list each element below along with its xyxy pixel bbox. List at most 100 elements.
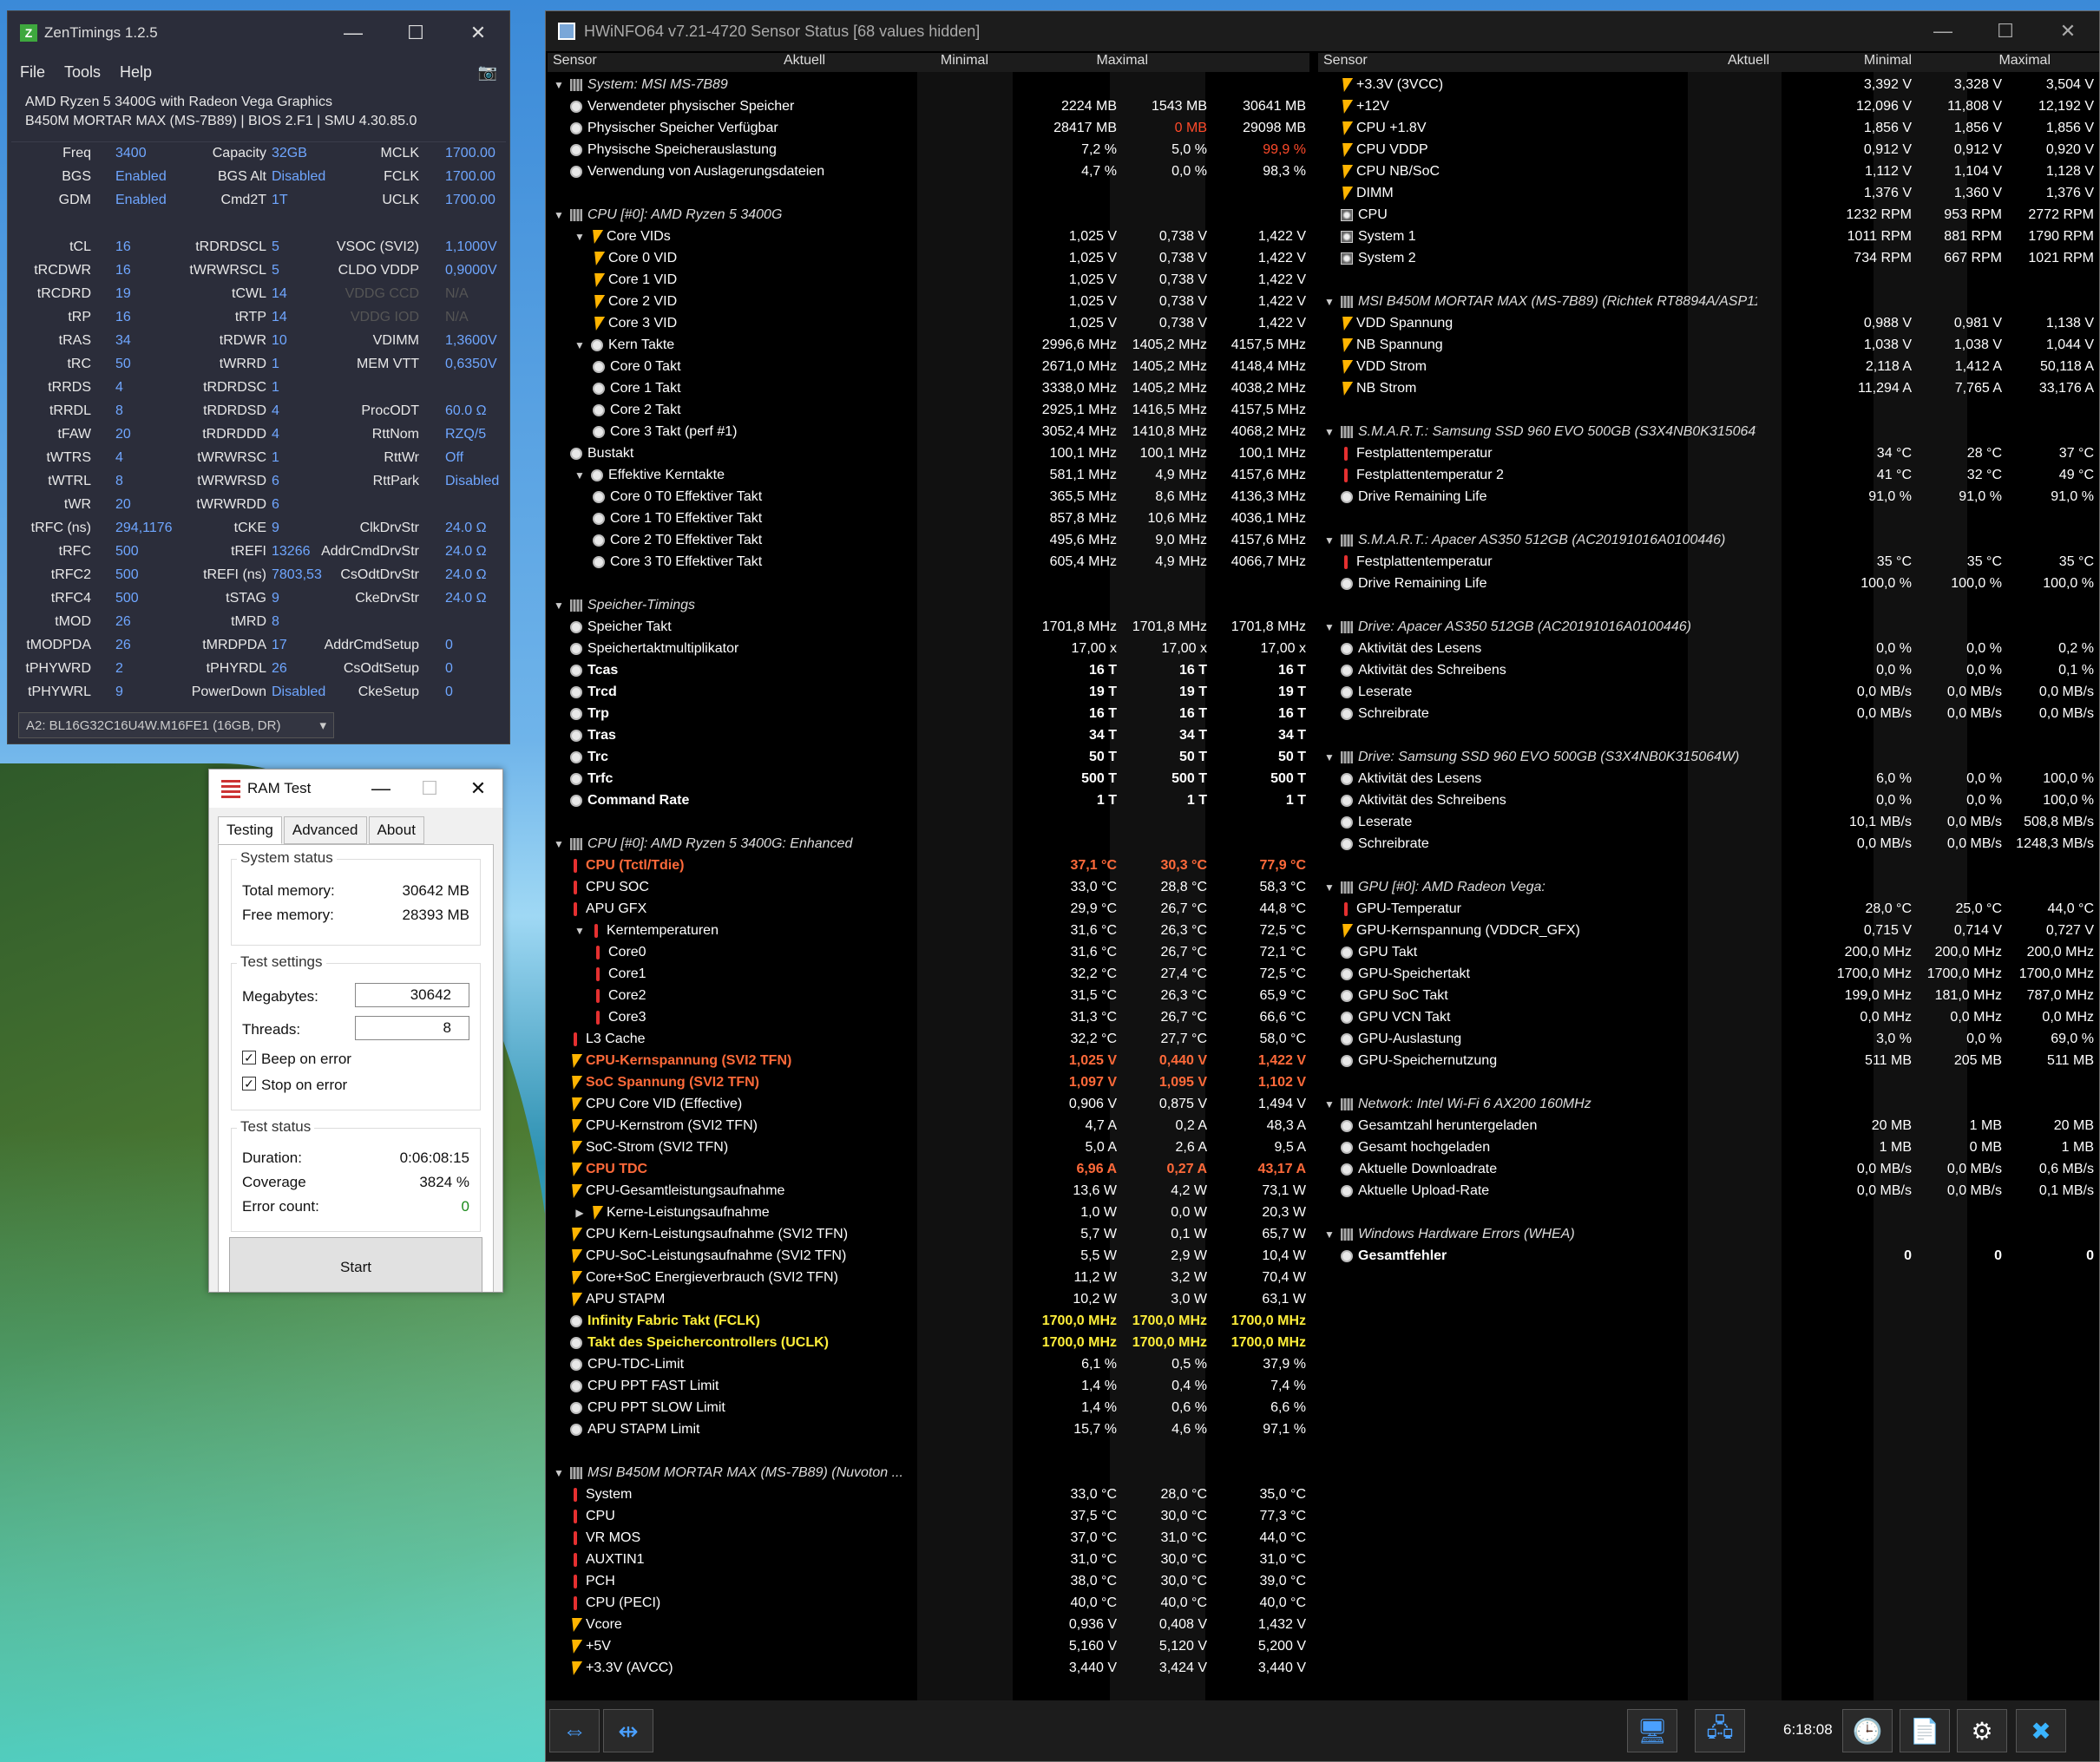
collapse-chevron-icon[interactable]: ▼: [1323, 291, 1335, 312]
sensor-row[interactable]: Core 0 VID 1,025 V 0,738 V 1,422 V: [548, 247, 1309, 269]
collapse-chevron-icon[interactable]: ▼: [574, 226, 586, 247]
sensor-row[interactable]: CPU-SoC-Leistungsaufnahme (SVI2 TFN) 5,5 …: [548, 1245, 1309, 1267]
sensor-row[interactable]: Drive Remaining Life 91,0 % 91,0 % 91,0 %: [1318, 486, 2099, 508]
sensor-group[interactable]: ▼ Speicher-Timings: [548, 594, 1309, 616]
sensor-row[interactable]: Aktuelle Downloadrate 0,0 MB/s 0,0 MB/s 0,6…: [1318, 1158, 2099, 1180]
dimm-select[interactable]: A2: BL16G32C16U4W.M16FE1 (16GB, DR) ▾: [18, 712, 334, 738]
sensor-row[interactable]: L3 Cache 32,2 °C 27,7 °C 58,0 °C: [548, 1028, 1309, 1050]
sensor-row[interactable]: GPU Takt 200,0 MHz 200,0 MHz 200,0 MHz: [1318, 941, 2099, 963]
close-icon[interactable]: ✕: [447, 11, 509, 55]
sensor-row[interactable]: ▼ Kerntemperaturen 31,6 °C 26,3 °C 72,5 °C: [548, 920, 1309, 941]
sensor-row[interactable]: Physische Speicherauslastung 7,2 % 5,0 % 99…: [548, 139, 1309, 160]
sensor-row[interactable]: Core 1 VID 1,025 V 0,738 V 1,422 V: [548, 269, 1309, 291]
sensor-row[interactable]: Festplattentemperatur 34 °C 28 °C 37 °C: [1318, 442, 2099, 464]
sensor-row[interactable]: Gesamtzahl heruntergeladen 20 MB 1 MB 20 MB: [1318, 1115, 2099, 1136]
sensor-row[interactable]: Gesamt hochgeladen 1 MB 0 MB 1 MB: [1318, 1136, 2099, 1158]
threads-input[interactable]: 8: [355, 1016, 469, 1040]
sensor-row[interactable]: Core 3 T0 Effektiver Takt 605,4 MHz 4,9 MH…: [548, 551, 1309, 573]
col-min[interactable]: Minimal: [1864, 53, 1912, 69]
sensor-row[interactable]: +3.3V (3VCC) 3,392 V 3,328 V 3,504 V: [1318, 74, 2099, 95]
sensor-row[interactable]: VDD Spannung 0,988 V 0,981 V 1,138 V: [1318, 312, 2099, 334]
close-icon[interactable]: ✕: [2037, 11, 2099, 53]
sensor-row[interactable]: GPU-Auslastung 3,0 % 0,0 % 69,0 %: [1318, 1028, 2099, 1050]
minimize-icon[interactable]: —: [357, 770, 405, 810]
sensor-row[interactable]: Schreibrate 0,0 MB/s 0,0 MB/s 0,0 MB/s: [1318, 703, 2099, 724]
sensor-row[interactable]: Command Rate 1 T 1 T 1 T: [548, 789, 1309, 811]
sensor-group[interactable]: ▼ Drive: Apacer AS350 512GB (AC20191016A0…: [1318, 616, 2099, 638]
collapse-chevron-icon[interactable]: ▼: [1323, 1094, 1335, 1115]
sensor-row[interactable]: Core+SoC Energieverbrauch (SVI2 TFN) 11,2…: [548, 1267, 1309, 1288]
sensor-group[interactable]: ▼ CPU [#0]: AMD Ryzen 5 3400G: [548, 204, 1309, 226]
maximize-icon[interactable]: ☐: [384, 11, 447, 55]
sensor-row[interactable]: Core 0 Takt 2671,0 MHz 1405,2 MHz 4148,4 MH…: [548, 356, 1309, 377]
sensor-row[interactable]: Vcore 0,936 V 0,408 V 1,432 V: [548, 1614, 1309, 1635]
sensor-group[interactable]: ▼ Windows Hardware Errors (WHEA): [1318, 1223, 2099, 1245]
sensor-row[interactable]: System 2 734 RPM 667 RPM 1021 RPM: [1318, 247, 2099, 269]
collapse-chevron-icon[interactable]: ▼: [574, 920, 586, 941]
menu-help[interactable]: Help: [120, 63, 152, 82]
sensor-row[interactable]: Core 0 T0 Effektiver Takt 365,5 MHz 8,6 MH…: [548, 486, 1309, 508]
sensor-row[interactable]: Speichertaktmultiplikator 17,00 x 17,00 x 1…: [548, 638, 1309, 659]
col-sensor[interactable]: Sensor: [1323, 53, 1368, 69]
sensor-row[interactable]: GPU-Speichernutzung 511 MB 205 MB 511 MB: [1318, 1050, 2099, 1071]
sensor-row[interactable]: Aktivität des Schreibens 0,0 % 0,0 % 0,1 %: [1318, 659, 2099, 681]
sensor-row[interactable]: CPU TDC 6,96 A 0,27 A 43,17 A: [548, 1158, 1309, 1180]
hw-titlebar[interactable]: HWiNFO64 v7.21-4720 Sensor Status [68 va…: [546, 11, 2099, 51]
col-current[interactable]: Aktuell: [784, 53, 825, 69]
sensor-row[interactable]: +3.3V (AVCC) 3,440 V 3,424 V 3,440 V: [548, 1657, 1309, 1679]
sensor-row[interactable]: Aktivität des Lesens 0,0 % 0,0 % 0,2 %: [1318, 638, 2099, 659]
sensor-group[interactable]: ▼ MSI B450M MORTAR MAX (MS-7B89) (Nuvoton…: [548, 1462, 1309, 1484]
sensor-row[interactable]: SoC Spannung (SVI2 TFN) 1,097 V 1,095 V 1,1…: [548, 1071, 1309, 1093]
sensor-row[interactable]: +5V 5,160 V 5,120 V 5,200 V: [548, 1635, 1309, 1657]
sensor-row[interactable]: Core 2 Takt 2925,1 MHz 1416,5 MHz 4157,5 MH…: [548, 399, 1309, 421]
sensor-row[interactable]: Aktivität des Lesens 6,0 % 0,0 % 100,0 %: [1318, 768, 2099, 789]
minimize-icon[interactable]: —: [322, 11, 384, 55]
sensor-row[interactable]: System 1 1011 RPM 881 RPM 1790 RPM: [1318, 226, 2099, 247]
sensor-row[interactable]: CPU Core VID (Effective) 0,906 V 0,875 V 1,…: [548, 1093, 1309, 1115]
col-max[interactable]: Maximal: [1998, 53, 2051, 69]
sensor-row[interactable]: ▼ Kern Takte 2996,6 MHz 1405,2 MHz 4157,5 MH…: [548, 334, 1309, 356]
sensor-row[interactable]: CPU-Kernstrom (SVI2 TFN) 4,7 A 0,2 A 48,3 A: [548, 1115, 1309, 1136]
sensor-row[interactable]: NB Spannung 1,038 V 1,038 V 1,044 V: [1318, 334, 2099, 356]
collapse-arrows-icon[interactable]: ⇹: [603, 1709, 653, 1752]
sensor-row[interactable]: CPU-TDC-Limit 6,1 % 0,5 % 37,9 %: [548, 1353, 1309, 1375]
close-x-icon[interactable]: ✖: [2016, 1709, 2066, 1752]
collapse-chevron-icon[interactable]: ▼: [553, 1463, 565, 1484]
camera-icon[interactable]: 📷: [478, 63, 497, 82]
sensor-row[interactable]: CPU Kern-Leistungsaufnahme (SVI2 TFN) 5,7…: [548, 1223, 1309, 1245]
sensor-row[interactable]: Leserate 0,0 MB/s 0,0 MB/s 0,0 MB/s: [1318, 681, 2099, 703]
sensor-row[interactable]: GPU SoC Takt 199,0 MHz 181,0 MHz 787,0 MHz: [1318, 985, 2099, 1006]
sensor-row[interactable]: SoC-Strom (SVI2 TFN) 5,0 A 2,6 A 9,5 A: [548, 1136, 1309, 1158]
sensor-row[interactable]: Festplattentemperatur 2 41 °C 32 °C 49 °C: [1318, 464, 2099, 486]
col-sensor[interactable]: Sensor: [553, 53, 597, 69]
col-min[interactable]: Minimal: [941, 53, 988, 69]
sensor-row[interactable]: CPU (Tctl/Tdie) 37,1 °C 30,3 °C 77,9 °C: [548, 855, 1309, 876]
sensor-row[interactable]: Drive Remaining Life 100,0 % 100,0 % 100,0 …: [1318, 573, 2099, 594]
sensor-row[interactable]: +12V 12,096 V 11,808 V 12,192 V: [1318, 95, 2099, 117]
sensor-row[interactable]: Trc 50 T 50 T 50 T: [548, 746, 1309, 768]
col-max[interactable]: Maximal: [1096, 53, 1148, 69]
sensor-row[interactable]: DIMM 1,376 V 1,360 V 1,376 V: [1318, 182, 2099, 204]
sensor-row[interactable]: NB Strom 11,294 A 7,765 A 33,176 A: [1318, 377, 2099, 399]
sensor-row[interactable]: CPU +1.8V 1,856 V 1,856 V 1,856 V: [1318, 117, 2099, 139]
sensor-row[interactable]: Infinity Fabric Takt (FCLK) 1700,0 MHz 170…: [548, 1310, 1309, 1332]
sensor-row[interactable]: ▼ Effektive Kerntakte 581,1 MHz 4,9 MHz 4157…: [548, 464, 1309, 486]
sensor-row[interactable]: GPU-Temperatur 28,0 °C 25,0 °C 44,0 °C: [1318, 898, 2099, 920]
ram-titlebar[interactable]: RAM Test — ☐ ✕: [209, 770, 502, 808]
sensor-row[interactable]: APU GFX 29,9 °C 26,7 °C 44,8 °C: [548, 898, 1309, 920]
collapse-chevron-icon[interactable]: ▼: [1323, 877, 1335, 898]
sensor-row[interactable]: CPU SOC 33,0 °C 28,8 °C 58,3 °C: [548, 876, 1309, 898]
close-icon[interactable]: ✕: [454, 770, 502, 810]
collapse-chevron-icon[interactable]: ▼: [574, 465, 586, 486]
sensor-row[interactable]: CPU 1232 RPM 953 RPM 2772 RPM: [1318, 204, 2099, 226]
sensor-group[interactable]: ▼ S.M.A.R.T.: Apacer AS350 512GB (AC20191…: [1318, 529, 2099, 551]
sensor-row[interactable]: Core 3 VID 1,025 V 0,738 V 1,422 V: [548, 312, 1309, 334]
sensor-group[interactable]: ▼ Drive: Samsung SSD 960 EVO 500GB (S3X4N…: [1318, 746, 2099, 768]
sensor-row[interactable]: Trcd 19 T 19 T 19 T: [548, 681, 1309, 703]
sensor-row[interactable]: CPU VDDP 0,912 V 0,912 V 0,920 V: [1318, 139, 2099, 160]
sensor-row[interactable]: Core0 31,6 °C 26,7 °C 72,1 °C: [548, 941, 1309, 963]
sensor-row[interactable]: Gesamtfehler 0 0 0: [1318, 1245, 2099, 1267]
collapse-chevron-icon[interactable]: ▼: [1323, 617, 1335, 638]
collapse-chevron-icon[interactable]: ▼: [1323, 422, 1335, 442]
sensor-row[interactable]: Trp 16 T 16 T 16 T: [548, 703, 1309, 724]
